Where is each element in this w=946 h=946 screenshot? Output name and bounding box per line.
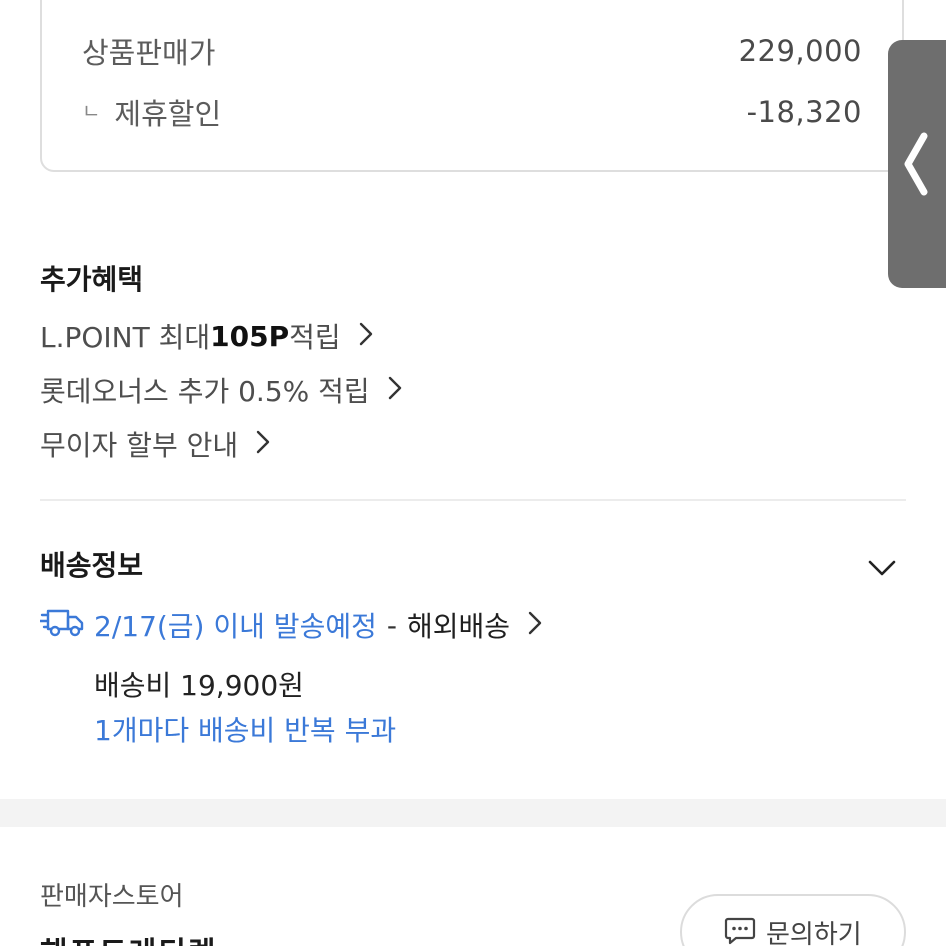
discount-label: 제휴할인 [114, 97, 222, 131]
benefit-lotte-owners-link[interactable]: 롯데오너스 추가 0.5% 적립 [40, 370, 402, 410]
delivery-type: 해외배송 [406, 610, 511, 643]
price-summary-box: 상품판매가 229,000 ㄴ 제휴할인 -18,320 [40, 0, 904, 172]
benefit-lpoint-pre: L.POINT 최대 [40, 321, 211, 354]
sale-price-row: 상품판매가 229,000 [82, 30, 862, 72]
benefit-lotte-owners-label: 롯데오너스 추가 0.5% 적립 [40, 375, 370, 408]
delivery-schedule-link[interactable]: 2/17(금) 이내 발송예정 - 해외배송 [38, 605, 542, 645]
delivery-title: 배송정보 [40, 549, 144, 582]
inquiry-label: 문의하기 [766, 920, 862, 946]
delivery-dash: - [386, 608, 397, 642]
section-separator-band [0, 799, 946, 827]
sale-price-label: 상품판매가 [82, 36, 216, 70]
discount-label-group: ㄴ 제휴할인 [82, 91, 221, 133]
discount-value: -18,320 [746, 95, 862, 129]
benefits-title: 추가혜택 [40, 263, 144, 296]
chevron-down-icon [866, 560, 898, 584]
benefit-lpoint-link[interactable]: L.POINT 최대 105P 적립 [40, 316, 373, 356]
benefit-lpoint-points: 105P [210, 319, 290, 353]
truck-icon [38, 607, 84, 644]
benefit-installment-link[interactable]: 무이자 할부 안내 [40, 424, 270, 464]
product-detail-page: 상품판매가 229,000 ㄴ 제휴할인 -18,320 추가혜택 L.POIN… [0, 0, 946, 946]
benefit-lpoint-post: 적립 [289, 321, 341, 354]
delivery-expand-toggle[interactable] [866, 556, 898, 580]
chevron-right-icon [256, 428, 270, 461]
chevron-right-icon [528, 609, 542, 642]
section-divider [40, 499, 906, 501]
chevron-right-icon [359, 320, 373, 353]
chevron-left-icon [900, 132, 930, 196]
seller-store-name[interactable]: 해프트레디렉 [40, 928, 218, 946]
inquiry-button[interactable]: 문의하기 [680, 894, 906, 946]
chevron-right-icon [388, 374, 402, 407]
benefit-installment-label: 무이자 할부 안내 [40, 429, 239, 462]
seller-store-label: 판매자스토어 [40, 882, 184, 912]
chat-bubble-icon [724, 914, 766, 946]
delivery-fee: 배송비 19,900원 [94, 669, 304, 702]
discount-row: ㄴ 제휴할인 -18,320 [82, 91, 862, 133]
delivery-repeat-note: 1개마다 배송비 반복 부과 [94, 714, 397, 747]
delivery-schedule: 2/17(금) 이내 발송예정 [94, 610, 377, 643]
side-panel-tab[interactable] [888, 40, 946, 288]
sale-price-value: 229,000 [738, 34, 862, 68]
sub-item-mark: ㄴ [82, 98, 101, 123]
